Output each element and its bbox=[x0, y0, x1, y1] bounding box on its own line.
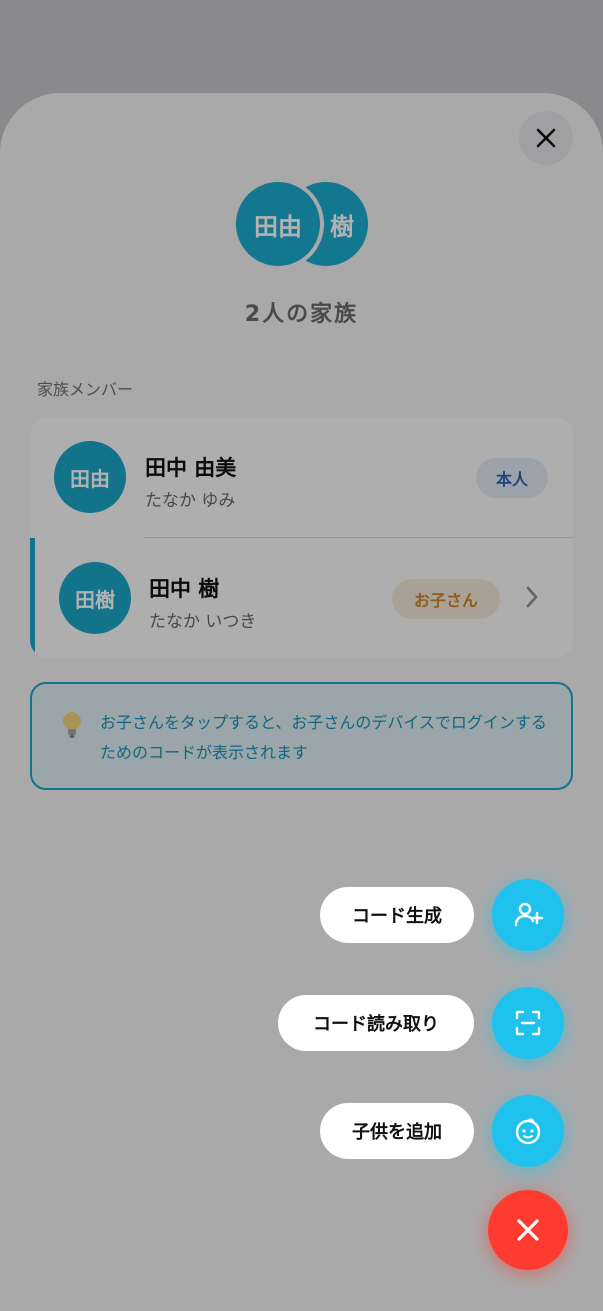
close-icon bbox=[517, 1219, 539, 1241]
baby-face-icon bbox=[515, 1118, 541, 1145]
add-person-icon bbox=[514, 902, 544, 927]
close-fab-button[interactable] bbox=[488, 1190, 568, 1270]
add-child-button[interactable] bbox=[492, 1095, 564, 1167]
generate-code-label[interactable]: コード生成 bbox=[320, 887, 474, 943]
generate-code-button[interactable] bbox=[492, 879, 564, 951]
add-child-label[interactable]: 子供を追加 bbox=[320, 1103, 474, 1159]
scan-icon bbox=[515, 1010, 541, 1036]
read-code-label[interactable]: コード読み取り bbox=[278, 995, 474, 1051]
read-code-button[interactable] bbox=[492, 987, 564, 1059]
